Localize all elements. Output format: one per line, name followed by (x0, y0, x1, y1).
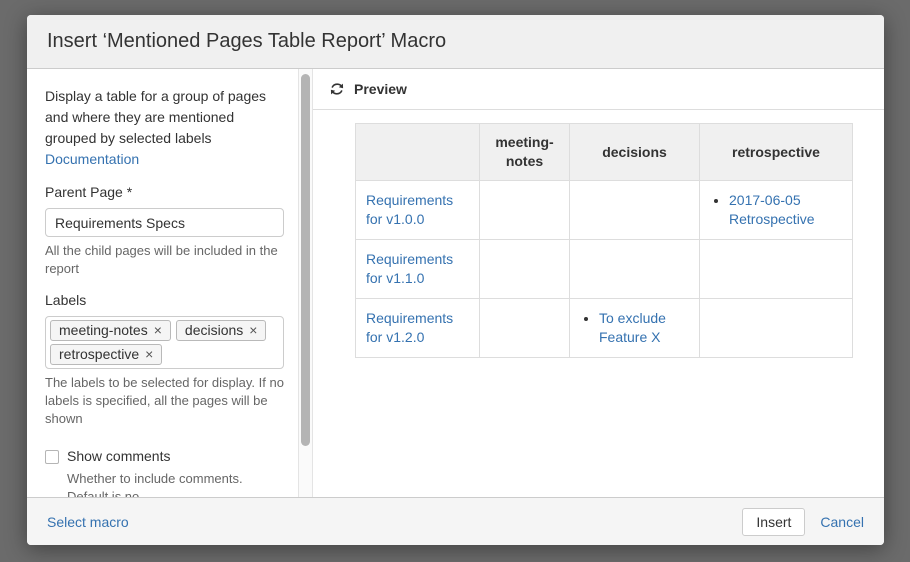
show-comments-label: Show comments (67, 446, 170, 467)
label-tag: meeting-notes × (50, 320, 171, 341)
page-cell: Requirements for v1.2.0 (356, 299, 480, 358)
mention-cell: To exclude Feature X (570, 299, 700, 358)
mention-link[interactable]: To exclude Feature X (599, 310, 666, 345)
label-tag: retrospective × (50, 344, 162, 365)
mention-cell (480, 240, 570, 299)
label-tag-text: decisions (185, 320, 243, 341)
page-link[interactable]: Requirements for v1.2.0 (366, 310, 453, 345)
table-header-row: meeting-notes decisions retrospective (356, 124, 853, 181)
screen: { "colors": { "link": "#3572b0", "overla… (0, 0, 910, 562)
parent-page-help: All the child pages will be included in … (45, 242, 284, 278)
labels-help: The labels to be selected for display. I… (45, 374, 284, 428)
label-tag: decisions × (176, 320, 267, 341)
documentation-link[interactable]: Documentation (45, 149, 139, 170)
scrollbar-thumb[interactable] (301, 74, 310, 446)
show-comments-help: Whether to include comments. Default is … (67, 470, 284, 497)
page-cell: Requirements for v1.0.0 (356, 181, 480, 240)
tag-remove-icon[interactable]: × (249, 320, 257, 341)
show-comments-checkbox[interactable] (45, 450, 59, 464)
dialog-body: Display a table for a group of pages and… (27, 69, 884, 497)
mention-cell (480, 299, 570, 358)
preview-header: Preview (313, 69, 884, 110)
mention-cell (570, 181, 700, 240)
mention-cell (480, 181, 570, 240)
table-header-empty (356, 124, 480, 181)
table-header-retrospective: retrospective (700, 124, 853, 181)
cancel-link[interactable]: Cancel (820, 514, 864, 530)
preview-title: Preview (354, 81, 407, 97)
labels-input[interactable]: meeting-notes × decisions × retrospective × (45, 316, 284, 369)
insert-macro-dialog: Insert ‘Mentioned Pages Table Report’ Ma… (27, 15, 884, 545)
table-row: Requirements for v1.2.0 To exclude Featur… (356, 299, 853, 358)
preview-content: meeting-notes decisions retrospective Re… (313, 110, 884, 358)
mention-cell (700, 240, 853, 299)
tag-remove-icon[interactable]: × (154, 320, 162, 341)
parent-page-label: Parent Page * (45, 182, 284, 203)
macro-description: Display a table for a group of pages and… (45, 86, 284, 149)
table-header-meeting-notes: meeting-notes (480, 124, 570, 181)
page-link[interactable]: Requirements for v1.1.0 (366, 251, 453, 286)
table-header-decisions: decisions (570, 124, 700, 181)
dialog-header: Insert ‘Mentioned Pages Table Report’ Ma… (27, 15, 884, 69)
labels-label: Labels (45, 290, 284, 311)
page-link[interactable]: Requirements for v1.0.0 (366, 192, 453, 227)
preview-panel: Preview meeting-notes decisions retrospe… (313, 69, 884, 497)
mention-cell: 2017-06-05 Retrospective (700, 181, 853, 240)
dialog-title: Insert ‘Mentioned Pages Table Report’ Ma… (47, 30, 446, 53)
left-panel-scrollbar[interactable] (298, 69, 313, 497)
show-comments-row: Show comments (45, 446, 284, 467)
select-macro-link[interactable]: Select macro (47, 514, 129, 530)
page-cell: Requirements for v1.1.0 (356, 240, 480, 299)
tag-remove-icon[interactable]: × (145, 344, 153, 365)
label-tag-text: retrospective (59, 344, 139, 365)
label-tag-text: meeting-notes (59, 320, 148, 341)
refresh-icon[interactable] (329, 81, 345, 97)
mention-cell (700, 299, 853, 358)
table-row: Requirements for v1.0.0 2017-06-05 Retros… (356, 181, 853, 240)
table-row: Requirements for v1.1.0 (356, 240, 853, 299)
mentioned-pages-table: meeting-notes decisions retrospective Re… (355, 123, 853, 358)
mention-link[interactable]: 2017-06-05 Retrospective (729, 192, 815, 227)
macro-parameters-panel: Display a table for a group of pages and… (27, 69, 298, 497)
dialog-footer: Select macro Insert Cancel (27, 497, 884, 545)
mention-cell (570, 240, 700, 299)
parent-page-input[interactable] (45, 208, 284, 237)
insert-button[interactable]: Insert (742, 508, 805, 536)
